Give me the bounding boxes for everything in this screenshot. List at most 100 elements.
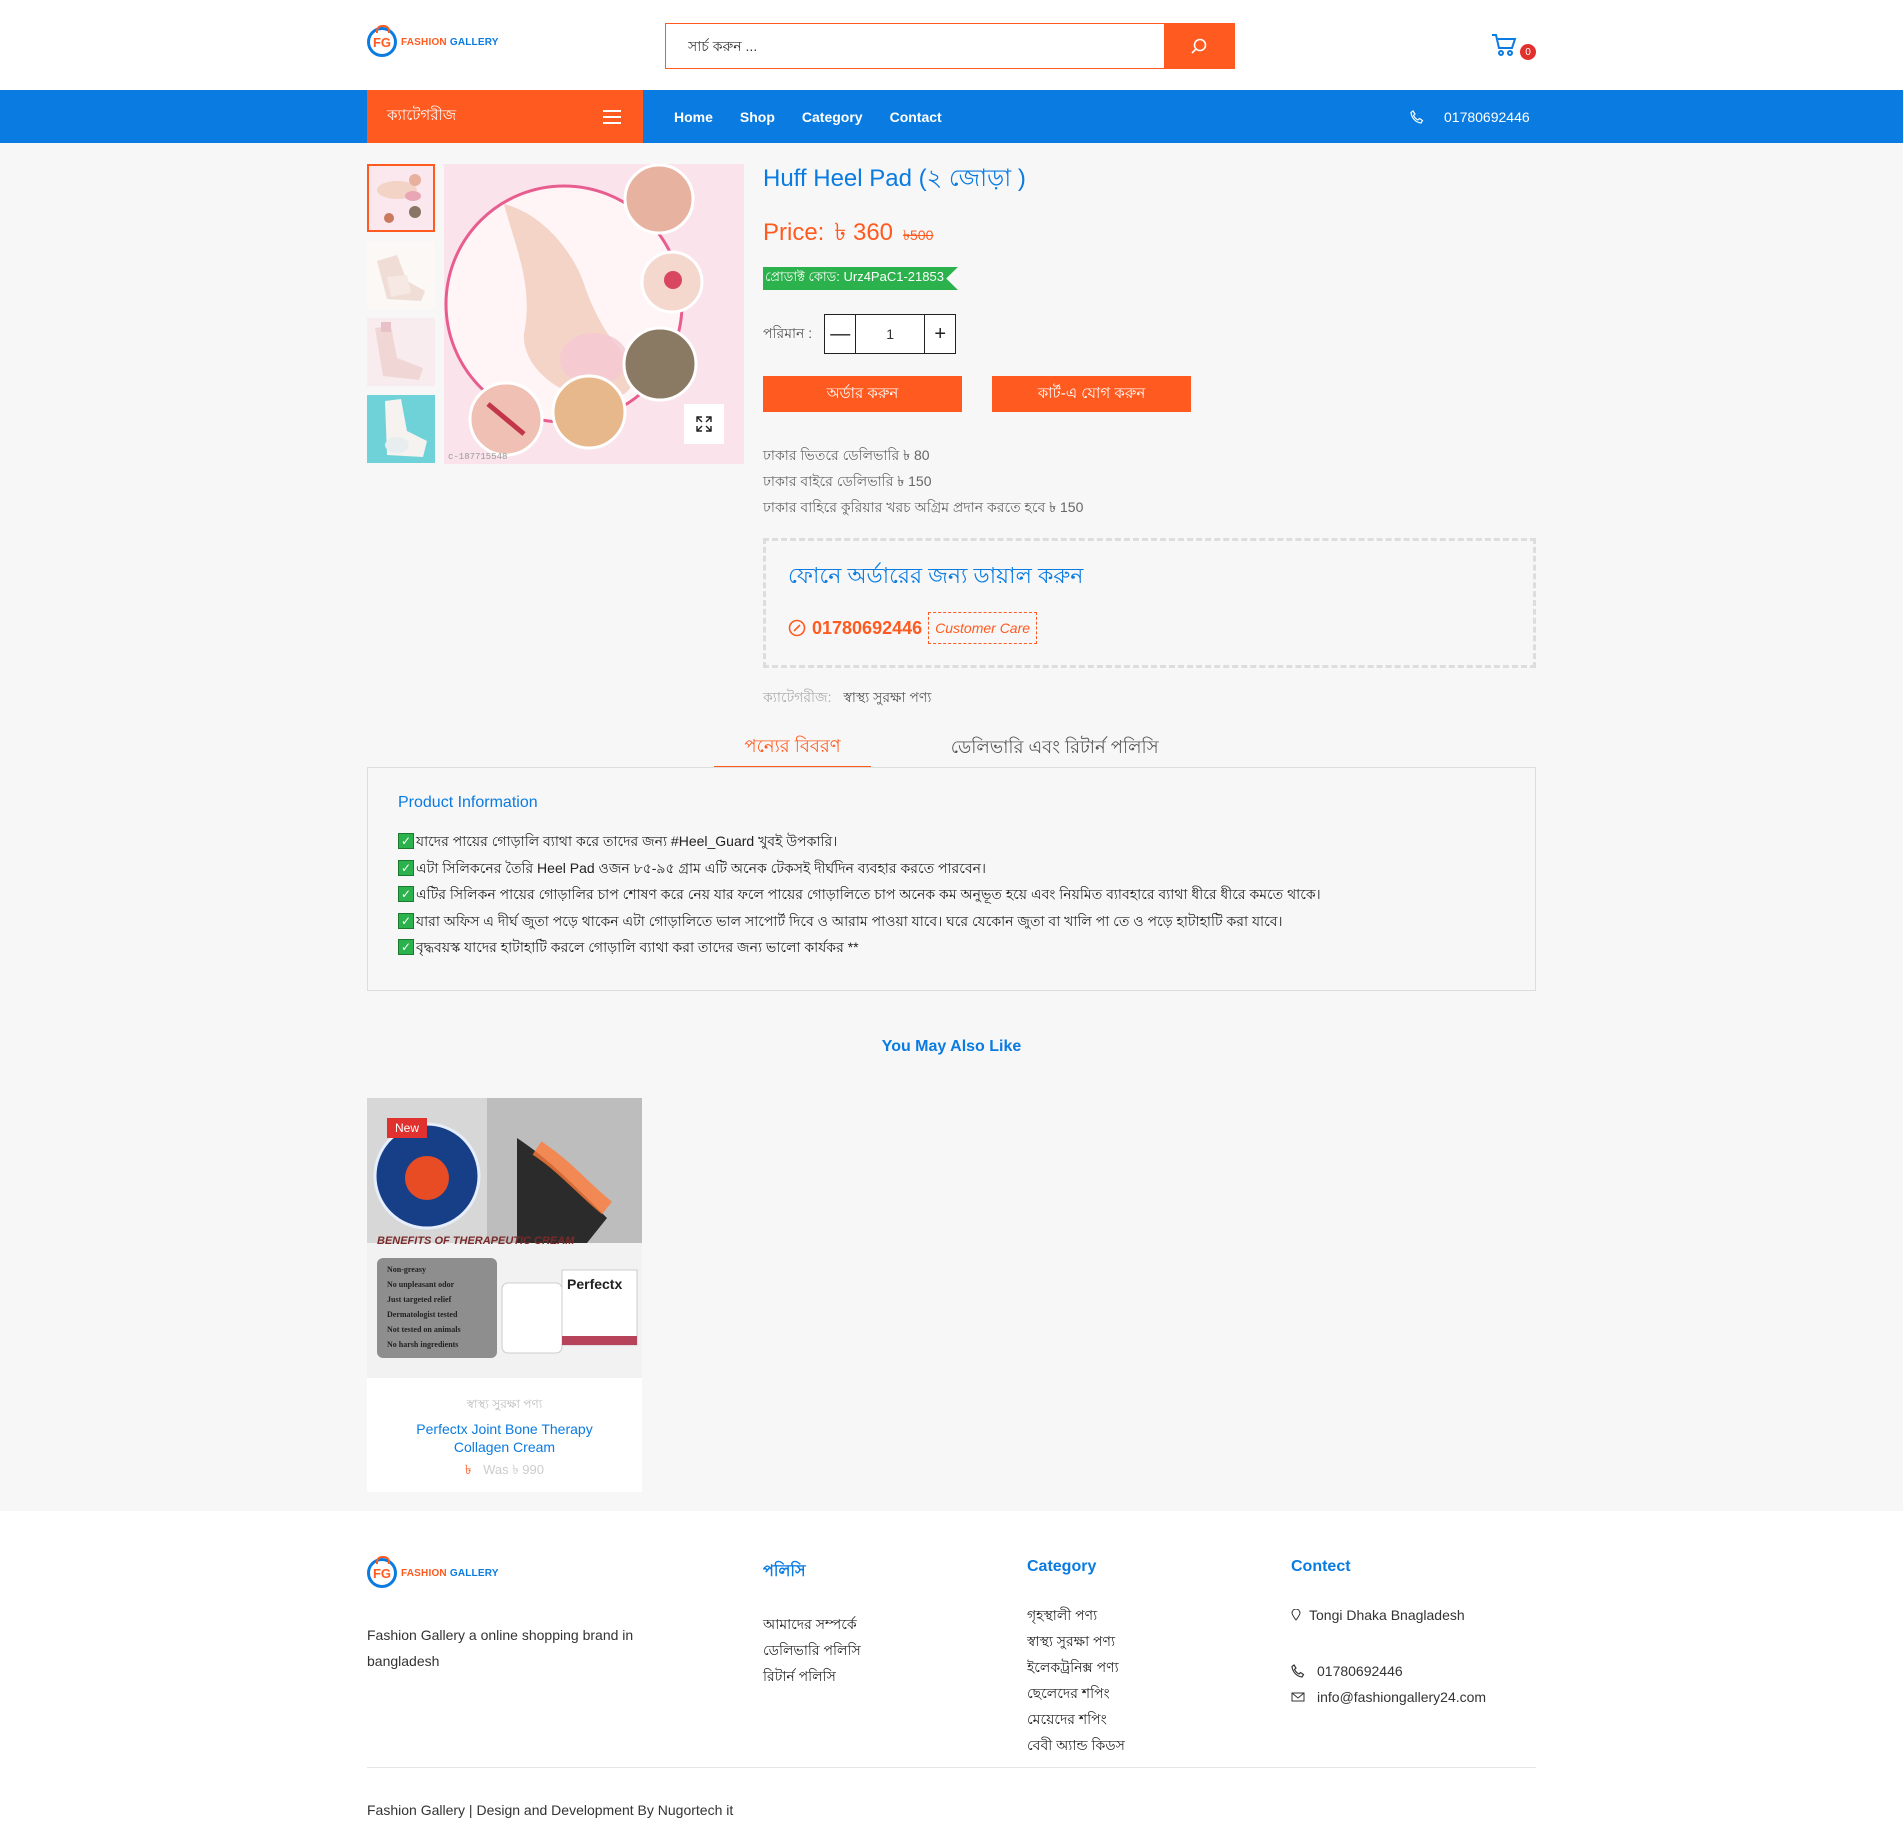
category-link[interactable]: স্বাস্থ্য সুরক্ষা পণ্য (843, 689, 931, 705)
categories-toggle[interactable]: ক্যাটেগরীজ (367, 90, 643, 143)
cart-button[interactable]: 0 (1490, 32, 1538, 62)
footer-policy-heading: পলিসি (763, 1563, 806, 1580)
footer-category-link[interactable]: গৃহস্থালী পণ্য (1027, 1602, 1125, 1628)
description-text: বৃদ্ধবয়স্ক যাদের হাটাহাটি করলে গোড়ালি … (416, 939, 859, 955)
footer-category-link[interactable]: ইলেকট্রনিক্স পণ্য (1027, 1654, 1125, 1680)
category-key: ক্যাটেগরীজ: (763, 689, 832, 705)
zoom-button[interactable] (684, 404, 724, 444)
footer-logo[interactable]: FG FASHION GALLERY (367, 1556, 677, 1588)
footer-address: Tongi Dhaka Bnagladesh (1291, 1602, 1486, 1628)
logo-letters: FG (372, 34, 392, 50)
thumbnail-3[interactable] (367, 318, 435, 386)
nav-contact[interactable]: Contact (890, 109, 942, 125)
nav-category[interactable]: Category (802, 109, 863, 125)
price-row: Price: ৳ 360 ৳500 (763, 214, 1536, 254)
product-thumbnails (367, 164, 435, 472)
check-icon: ✓ (398, 859, 414, 876)
quantity-stepper: — 1 + (824, 314, 957, 354)
footer-phone[interactable]: 01780692446 (1291, 1658, 1486, 1684)
nav-menu: Home Shop Category Contact (674, 90, 942, 143)
nav-phone-number: 01780692446 (1444, 108, 1530, 125)
logo-mark: FG (367, 25, 397, 57)
description-list: ✓ যাদের পায়ের গোড়ালি ব্যাথা করে তাদের জ… (398, 828, 1505, 961)
order-button[interactable]: অর্ডার করুন (763, 376, 962, 412)
card-image-heading: BENEFITS OF THERAPEUTIC CREAM (377, 1235, 575, 1247)
thumbnail-2[interactable] (367, 241, 435, 309)
nav-phone[interactable]: 01780692446 (1410, 90, 1530, 143)
call-number[interactable]: 01780692446 (812, 618, 922, 639)
quantity-label: পরিমান : (763, 325, 813, 341)
site-footer: FG FASHION GALLERY Fashion Gallery a onl… (0, 1511, 1903, 1838)
call-row: 01780692446 Customer Care (788, 612, 1511, 644)
nav-shop[interactable]: Shop (740, 109, 775, 125)
nav-home[interactable]: Home (674, 109, 713, 125)
footer-email[interactable]: info@fashiongallery24.com (1291, 1684, 1486, 1710)
copyright: Fashion Gallery | Design and Development… (367, 1802, 734, 1818)
delivery-outside: ঢাকার বাইরে ডেলিভারি ৳ 150 (763, 473, 932, 489)
delivery-inside: ঢাকার ভিতরে ডেলিভারি ৳ 80 (763, 447, 930, 463)
list-item: ✓ এটির সিলিকন পায়ের গোড়ালির চাপ শোষণ কর… (398, 881, 1505, 908)
description-text: যাদের পায়ের গোড়ালি ব্যাথা করে তাদের জন… (416, 833, 838, 849)
site-header: FG FASHION GALLERY 0 (0, 0, 1903, 90)
product-title: Huff Heel Pad (২ জোড়া ) (763, 165, 1026, 192)
list-item: ✓ এটা সিলিকনের তৈরি Heel Pad ওজন ৮৫-৯৫ গ্… (398, 855, 1505, 882)
qty-increase-button[interactable]: + (925, 315, 955, 353)
product-category: ক্যাটেগরীজ: স্বাস্থ্য সুরক্ষা পণ্য (763, 686, 1536, 710)
footer-category-heading: Category (1027, 1558, 1097, 1575)
customer-care-label: Customer Care (928, 612, 1038, 644)
description-text: এটির সিলিকন পায়ের গোড়ালির চাপ শোষণ করে… (416, 886, 1321, 902)
tab-description[interactable]: পন্যের বিবরণ (714, 728, 871, 768)
footer-category-link[interactable]: মেয়েদের শপিং (1027, 1706, 1125, 1732)
main-nav: ক্যাটেগরীজ Home Shop Category Contact 01… (0, 90, 1903, 143)
logo-text: FASHION GALLERY (401, 1567, 499, 1579)
footer-policy: পলিসি আমাদের সম্পর্কে ডেলিভারি পলিসি রিট… (763, 1558, 861, 1689)
card-currency: ৳ (464, 1462, 472, 1477)
search-icon (1191, 38, 1207, 54)
qty-input[interactable]: 1 (855, 315, 926, 353)
footer-link-about[interactable]: আমাদের সম্পর্কে (763, 1611, 861, 1637)
purchase-actions: অর্ডার করুন কার্ট-এ যোগ করুন (763, 376, 1536, 412)
expand-icon (696, 416, 712, 432)
check-icon: ✓ (398, 939, 414, 956)
tab-delivery-return[interactable]: ডেলিভারি এবং রিটার্ন পলিসি (921, 728, 1189, 768)
product-card[interactable]: New BENEFITS OF THERAPEUTIC CREAM Non-gr… (367, 1098, 642, 1492)
footer-category-link[interactable]: বেবী অ্যান্ড কিডস (1027, 1732, 1125, 1758)
footer-about: FG FASHION GALLERY Fashion Gallery a onl… (367, 1556, 677, 1674)
add-to-cart-button[interactable]: কার্ট-এ যোগ করুন (992, 376, 1191, 412)
qty-decrease-button[interactable]: — (825, 315, 855, 353)
footer-categories: Category গৃহস্থালী পণ্য স্বাস্থ্য সুরক্ষ… (1027, 1558, 1125, 1758)
phone-icon (1291, 1664, 1305, 1678)
site-logo[interactable]: FG FASHION GALLERY (367, 25, 499, 57)
list-item: ✓ যাদের পায়ের গোড়ালি ব্যাথা করে তাদের জ… (398, 828, 1505, 855)
delivery-advance: ঢাকার বাহিরে কুরিয়ার খরচ অগ্রিম প্রদান … (763, 499, 1084, 515)
cart-icon (1492, 34, 1517, 56)
logo-text: FASHION GALLERY (401, 37, 499, 48)
footer-category-link[interactable]: ছেলেদের শপিং (1027, 1680, 1125, 1706)
check-icon: ✓ (398, 912, 414, 929)
mail-icon (1291, 1692, 1305, 1702)
footer-link-delivery[interactable]: ডেলিভারি পলিসি (763, 1637, 861, 1663)
new-badge: New (387, 1118, 428, 1138)
list-item: ✓ বৃদ্ধবয়স্ক যাদের হাটাহাটি করলে গোড়ালি… (398, 934, 1505, 961)
footer-category-link[interactable]: স্বাস্থ্য সুরক্ষা পণ্য (1027, 1628, 1125, 1654)
thumbnail-4[interactable] (367, 395, 435, 463)
logo-text-1: FASHION (401, 36, 447, 48)
search-input[interactable] (666, 24, 1164, 68)
check-icon: ✓ (398, 833, 414, 850)
phone-icon (1410, 109, 1424, 124)
card-title[interactable]: Perfectx Joint Bone Therapy Collagen Cre… (367, 1420, 642, 1456)
product-info: Huff Heel Pad (২ জোড়া ) Price: ৳ 360 ৳5… (763, 160, 1536, 710)
product-card-image[interactable]: New BENEFITS OF THERAPEUTIC CREAM Non-gr… (367, 1098, 642, 1378)
product-main-image[interactable]: c-187715548 (444, 164, 744, 464)
old-price: ৳500 (903, 227, 934, 243)
footer-about-text: Fashion Gallery a online shopping brand … (367, 1627, 634, 1669)
card-price: ৳ Was ৳ 990 (367, 1461, 642, 1482)
price-label: Price: (763, 219, 825, 246)
image-watermark: c-187715548 (448, 452, 508, 462)
thumbnail-1[interactable] (367, 164, 435, 232)
search-button[interactable] (1164, 24, 1234, 68)
cart-count-badge: 0 (1520, 44, 1536, 60)
categories-label: ক্যাটেগরীজ (387, 107, 457, 124)
menu-icon (603, 109, 621, 124)
footer-link-return[interactable]: রিটার্ন পলিসি (763, 1663, 861, 1689)
